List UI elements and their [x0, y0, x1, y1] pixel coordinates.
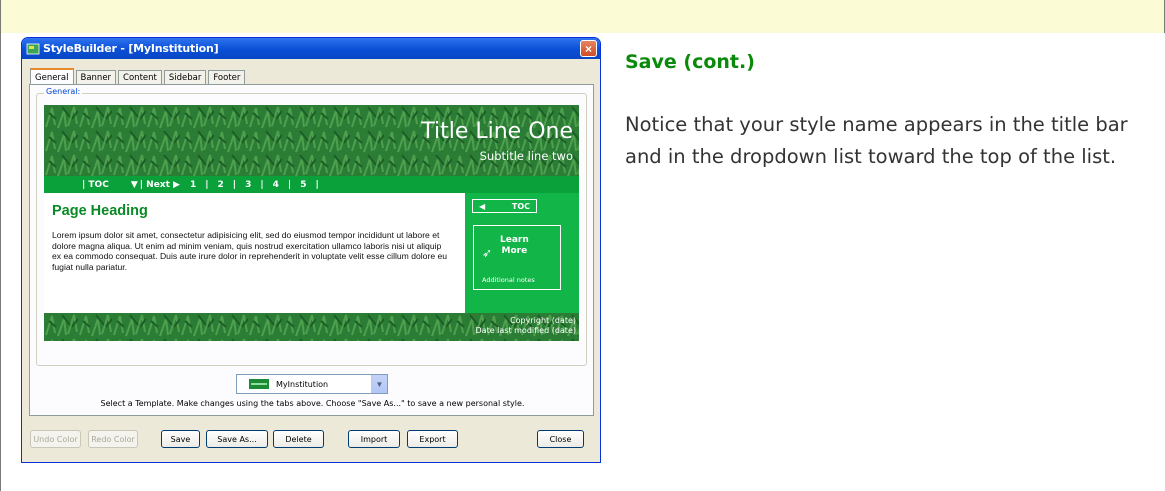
nav-page-1: 1 — [189, 179, 197, 190]
tab-sidebar[interactable]: Sidebar — [163, 70, 207, 85]
nav-page-3: 3 — [245, 179, 252, 190]
tab-strip: General Banner Content Sidebar Footer — [30, 68, 247, 85]
learn-more-text: Learn More — [500, 235, 529, 256]
left-arrow-icon: ◀ — [479, 201, 486, 211]
title-bar[interactable]: StyleBuilder - [MyInstitution] × — [22, 38, 600, 59]
pointer-icon: ➶ — [482, 246, 493, 260]
nav-page-2: 2 — [217, 179, 224, 190]
close-window-button[interactable]: × — [580, 40, 597, 57]
tab-general[interactable]: General — [30, 68, 74, 85]
nav-toc: | TOC — [82, 179, 109, 190]
preview-content: Page Heading Lorem ipsum dolor sit amet,… — [44, 193, 465, 313]
footer-text: Copyright (date) Date last modified (dat… — [476, 316, 577, 336]
save-button[interactable]: Save — [161, 430, 200, 448]
nav-toc-arrow: ▼ — [130, 179, 138, 190]
tab-content[interactable]: Content — [118, 70, 162, 85]
sidebar-toc-button: ◀ TOC — [472, 199, 537, 213]
preview-navbar: | TOC ▼ | Next ▶ 1 | 2 | 3 | 4 | 5 | — [44, 176, 579, 193]
close-icon: × — [584, 41, 592, 56]
tab-banner[interactable]: Banner — [75, 70, 117, 85]
chevron-down-icon[interactable]: ▼ — [371, 375, 387, 393]
window-title: StyleBuilder - [MyInstitution] — [43, 42, 219, 55]
preview-sidebar: ◀ TOC ➶ Learn More Additional notes — [465, 193, 579, 313]
additional-notes: Additional notes — [482, 276, 535, 284]
close-button[interactable]: Close — [537, 430, 584, 448]
stylebuilder-app-icon — [26, 43, 40, 54]
nav-page-4: 4 — [272, 179, 279, 190]
undo-color-button[interactable]: Undo Color — [30, 430, 81, 448]
style-preview: Title Line One Subtitle line two | TOC ▼… — [44, 105, 579, 341]
group-label: General: — [44, 87, 83, 96]
import-button[interactable]: Import — [348, 430, 400, 448]
template-selected-value: MyInstitution — [276, 379, 329, 389]
nav-next: | Next ▶ — [139, 179, 180, 190]
preview-footer: Copyright (date) Date last modified (dat… — [44, 313, 579, 341]
page-heading: Page Heading — [52, 203, 148, 219]
preview-banner: Title Line One Subtitle line two — [44, 105, 579, 176]
instruction-text: Select a Template. Make changes using th… — [100, 399, 525, 408]
footer-modified: Date last modified (date) — [475, 326, 577, 335]
export-button[interactable]: Export — [407, 430, 458, 448]
learn-more-box: ➶ Learn More Additional notes — [473, 225, 561, 290]
nav-page-5: 5 — [300, 179, 307, 190]
template-dropdown[interactable]: MyInstitution ▼ — [236, 374, 388, 394]
preview-title: Title Line One — [421, 119, 573, 144]
slide-heading: Save (cont.) — [625, 51, 755, 73]
redo-color-button[interactable]: Redo Color — [88, 430, 138, 448]
template-thumbnail-icon — [249, 379, 269, 389]
preview-subtitle: Subtitle line two — [479, 149, 573, 163]
sidebar-toc-label: TOC — [511, 201, 530, 211]
body-text: Lorem ipsum dolor sit amet, consectetur … — [52, 230, 448, 272]
footer-copyright: Copyright (date) — [510, 316, 576, 325]
header-band — [0, 0, 1165, 34]
save-as-button[interactable]: Save As... — [206, 430, 268, 448]
stylebuilder-window: StyleBuilder - [MyInstitution] × General… — [21, 37, 601, 463]
delete-button[interactable]: Delete — [273, 430, 324, 448]
tab-footer[interactable]: Footer — [208, 70, 246, 85]
slide-body-text: Notice that your style name appears in t… — [625, 113, 1128, 168]
general-tab-panel: General: Title Line One Subtitle line tw… — [29, 84, 594, 416]
